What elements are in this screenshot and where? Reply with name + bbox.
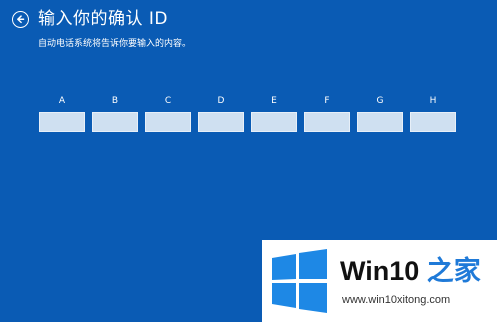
- id-group-a: A: [39, 95, 85, 132]
- watermark: Win10 之家 www.win10xitong.com: [262, 240, 497, 322]
- page-subtitle: 自动电话系统将告诉你要输入的内容。: [38, 39, 192, 49]
- watermark-brand-accent: 之家: [426, 256, 481, 286]
- id-input-g[interactable]: [357, 112, 403, 132]
- id-input-e[interactable]: [251, 112, 297, 132]
- id-input-a[interactable]: [39, 112, 85, 132]
- id-group-d: D: [198, 95, 244, 132]
- id-group-label: H: [429, 96, 437, 106]
- id-group-label: G: [376, 96, 384, 106]
- id-group-label: F: [324, 96, 330, 106]
- id-group-h: H: [410, 95, 456, 132]
- id-group-label: B: [111, 96, 119, 106]
- activation-screen: 输入你的确认 ID 自动电话系统将告诉你要输入的内容。 A B C D E F G H Win…: [0, 0, 497, 322]
- id-group-b: B: [92, 95, 138, 132]
- back-button[interactable]: [12, 11, 29, 28]
- id-group-c: C: [145, 95, 191, 132]
- id-group-f: F: [304, 95, 350, 132]
- id-input-b[interactable]: [92, 112, 138, 132]
- id-input-d[interactable]: [198, 112, 244, 132]
- back-arrow-icon: [17, 15, 25, 24]
- id-input-c[interactable]: [145, 112, 191, 132]
- watermark-brand-main: Win10: [340, 256, 420, 286]
- page-title: 输入你的确认 ID: [38, 9, 169, 29]
- watermark-brand: Win10 之家: [340, 255, 481, 287]
- id-input-f[interactable]: [304, 112, 350, 132]
- watermark-url: www.win10xitong.com: [342, 294, 451, 306]
- id-group-label: A: [58, 96, 66, 106]
- id-group-e: E: [251, 95, 297, 132]
- id-group-label: D: [217, 96, 225, 106]
- id-group-label: C: [164, 96, 172, 106]
- id-input-h[interactable]: [410, 112, 456, 132]
- id-group-label: E: [271, 96, 277, 106]
- id-group-g: G: [357, 95, 403, 132]
- windows-logo-icon: [272, 249, 327, 313]
